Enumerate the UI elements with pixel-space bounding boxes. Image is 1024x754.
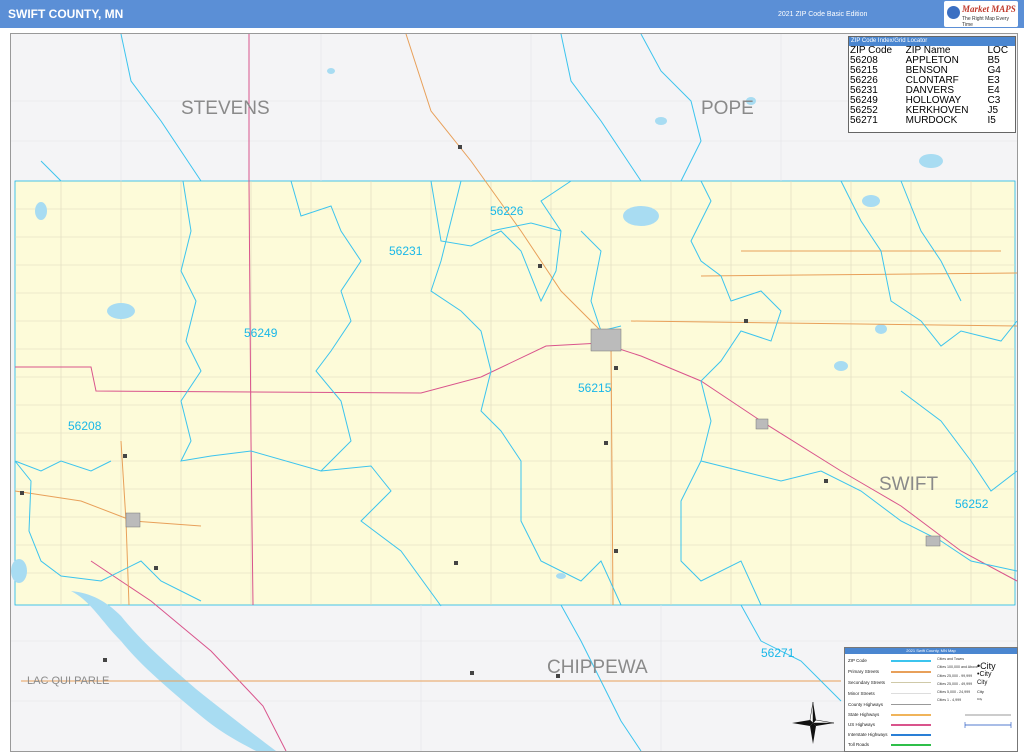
county-label-stevens: STEVENS bbox=[181, 98, 270, 119]
county-label-pope: POPE bbox=[701, 98, 754, 119]
table-row[interactable]: 56271 MURDOCK I5 bbox=[849, 116, 1015, 126]
legend-city-class-2: Cities 25,000 - 99,999 bbox=[937, 674, 973, 678]
legend-toll-line bbox=[891, 744, 931, 746]
legend-interstate-line bbox=[891, 734, 931, 736]
header-bar: SWIFT COUNTY, MN 2021 ZIP Code Basic Edi… bbox=[0, 0, 1024, 28]
legend-zip-line bbox=[891, 660, 931, 662]
legend-city-sample-1: •City bbox=[977, 661, 996, 671]
legend-secondary-line bbox=[891, 682, 931, 683]
minnesota-river bbox=[71, 591, 276, 751]
zip-label-56226[interactable]: 56226 bbox=[490, 204, 523, 218]
legend-city-class-3: Cities 25,000 - 49,999 bbox=[937, 682, 973, 686]
legend-us-hwy-line bbox=[891, 724, 931, 726]
map-canvas[interactable]: STEVENS POPE SWIFT CHIPPEWA LAC QUI PARL… bbox=[10, 33, 1018, 752]
legend-us-hwy: US Highways bbox=[848, 722, 876, 727]
legend-city-sample-5: City bbox=[977, 697, 983, 701]
legend-city-class-1: Cities 100,000 and Above bbox=[937, 665, 978, 669]
map-legend: 2021 Swift County, MN Map ZIP Code Prima… bbox=[844, 647, 1018, 752]
legend-city-class-4: Cities 5,000 - 24,999 bbox=[937, 690, 971, 694]
legend-city-sample-4: City bbox=[977, 689, 984, 694]
zip-label-56231[interactable]: 56231 bbox=[389, 244, 422, 258]
name-cell: MURDOCK bbox=[905, 115, 958, 126]
legend-secondary: Secondary Streets bbox=[848, 680, 886, 685]
zip-label-56271[interactable]: 56271 bbox=[761, 646, 794, 660]
scale-bar bbox=[964, 714, 1012, 728]
zip-label-56208[interactable]: 56208 bbox=[68, 419, 101, 433]
county-label-lac-qui-parle: LAC QUI PARLE bbox=[27, 675, 110, 687]
legend-cities-heading: Cities and Towns bbox=[937, 657, 965, 661]
zip-label-56215[interactable]: 56215 bbox=[578, 381, 611, 395]
county-label-swift: SWIFT bbox=[879, 474, 939, 495]
legend-zip-code: ZIP Code bbox=[848, 658, 867, 663]
legend-county-hwy-line bbox=[891, 704, 931, 705]
globe-icon bbox=[947, 6, 960, 19]
map-title: SWIFT COUNTY, MN bbox=[8, 7, 124, 21]
legend-state-hwy: State Highways bbox=[848, 712, 880, 717]
legend-city-sample-3: City bbox=[977, 680, 988, 686]
loc-cell: I5 bbox=[987, 115, 996, 126]
zip-cell: 56271 bbox=[850, 115, 878, 126]
legend-minor-line bbox=[891, 693, 931, 694]
legend-heading: 2021 Swift County, MN Map bbox=[845, 648, 1017, 654]
legend-interstate: Interstate Highways bbox=[848, 732, 888, 737]
legend-city-sample-2: •City bbox=[977, 671, 992, 678]
map-edition: 2021 ZIP Code Basic Edition bbox=[778, 11, 868, 18]
logo-subtitle: The Right Map Every Time bbox=[962, 16, 1009, 28]
legend-primary-line bbox=[891, 671, 931, 673]
legend-minor: Minor Streets bbox=[848, 691, 875, 696]
legend-county-hwy: County Highways bbox=[848, 702, 884, 707]
zip-index-table: ZIP Code Index/Grid Locator ZIP Code ZIP… bbox=[848, 36, 1016, 133]
zip-index-grid: ZIP Code ZIP Name LOC 56208 APPLETON B5 56… bbox=[849, 46, 1015, 126]
legend-state-hwy-line bbox=[891, 714, 931, 716]
zip-label-56252[interactable]: 56252 bbox=[955, 497, 988, 511]
compass-rose-icon bbox=[792, 701, 835, 744]
legend-city-class-5: Cities 1 - 4,999 bbox=[937, 698, 962, 702]
legend-primary: Primary Streets bbox=[848, 669, 880, 674]
legend-toll: Toll Roads bbox=[848, 742, 870, 747]
logo-text: Market MAPS bbox=[962, 4, 1016, 14]
map-svg bbox=[11, 34, 1017, 751]
zip-label-56249[interactable]: 56249 bbox=[244, 326, 277, 340]
county-label-chippewa: CHIPPEWA bbox=[547, 657, 648, 678]
market-maps-logo[interactable]: Market MAPS The Right Map Every Time bbox=[944, 1, 1018, 28]
